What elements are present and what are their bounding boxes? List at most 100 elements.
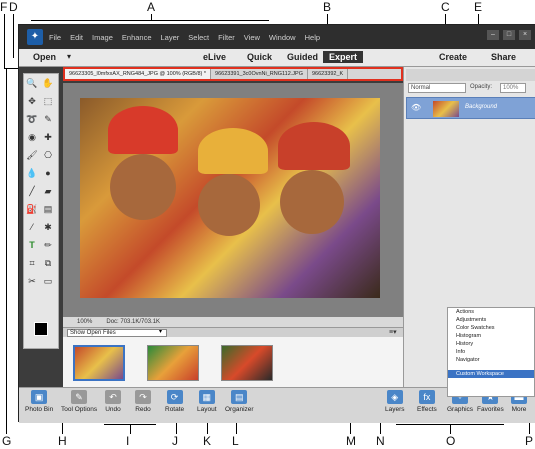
eyedropper-tool-icon[interactable]: ⁄ bbox=[25, 220, 39, 234]
share-button[interactable]: Share bbox=[491, 52, 516, 62]
recompose-tool-icon[interactable]: ⧉ bbox=[41, 256, 55, 270]
redo-button[interactable]: ↷ Redo bbox=[135, 390, 151, 413]
toolbox: 🔍 ✋ ✥ ⬚ ➰ ✎ ◉ ✚ 🖌 ⎔ 💧 ● ╱ ▰ ⛽ ▤ ⁄ ✱ T ✏ ⌗ ⧉ ✂ ▭ bbox=[23, 73, 59, 349]
open-button[interactable]: Open bbox=[33, 52, 56, 62]
hand-tool-icon[interactable]: ✋ bbox=[41, 76, 55, 90]
rotate-label: Rotate bbox=[165, 406, 185, 413]
clone-stamp-tool-icon[interactable]: ⎔ bbox=[41, 148, 55, 162]
show-open-files-select[interactable]: Show Open Files bbox=[67, 329, 167, 337]
menu-item-adjustments[interactable]: Adjustments bbox=[448, 316, 534, 324]
effects-button[interactable]: fx Effects bbox=[417, 390, 437, 413]
paint-bucket-tool-icon[interactable]: ⛽ bbox=[25, 202, 39, 216]
foreground-color-swatch[interactable] bbox=[34, 322, 48, 336]
sponge-tool-icon[interactable]: ● bbox=[41, 166, 55, 180]
close-icon[interactable]: × bbox=[519, 30, 531, 40]
custom-shape-tool-icon[interactable]: ✱ bbox=[41, 220, 55, 234]
open-dropdown-icon[interactable]: ▾ bbox=[67, 52, 71, 61]
crop-tool-icon[interactable]: ⌗ bbox=[25, 256, 39, 270]
menu-layer[interactable]: Layer bbox=[161, 33, 180, 42]
menu-item-custom-workspace[interactable]: Custom Workspace bbox=[448, 370, 534, 378]
eraser-tool-icon[interactable]: ▰ bbox=[41, 184, 55, 198]
red-eye-tool-icon[interactable]: ◉ bbox=[25, 130, 39, 144]
organizer-icon: ▤ bbox=[231, 390, 248, 404]
menu-file[interactable]: File bbox=[49, 33, 61, 42]
blur-tool-icon[interactable]: 💧 bbox=[25, 166, 39, 180]
tool-options-button[interactable]: ✎ Tool Options bbox=[61, 390, 97, 413]
menu-select[interactable]: Select bbox=[188, 33, 209, 42]
menu-enhance[interactable]: Enhance bbox=[122, 33, 152, 42]
face-center bbox=[198, 174, 260, 236]
callout-g: G bbox=[2, 434, 12, 448]
photo-thumbnail[interactable] bbox=[73, 345, 125, 381]
undo-button[interactable]: ↶ Undo bbox=[105, 390, 121, 413]
type-tool-icon[interactable]: T bbox=[25, 238, 39, 252]
document-tab[interactable]: 96623392_K bbox=[308, 69, 349, 79]
move-tool-icon[interactable]: ✥ bbox=[25, 94, 39, 108]
maximize-icon[interactable]: □ bbox=[503, 30, 515, 40]
layout-button[interactable]: ▦ Layout bbox=[197, 390, 217, 413]
opacity-field[interactable]: 100% bbox=[500, 83, 526, 93]
photo-thumbnail[interactable] bbox=[147, 345, 199, 381]
photo-bin-label: Photo Bin bbox=[25, 406, 54, 413]
open-photo[interactable] bbox=[80, 98, 380, 298]
quick-selection-tool-icon[interactable]: ✎ bbox=[41, 112, 55, 126]
document-tab[interactable]: 96623391_3c0OvnNi_RNG112.JPG bbox=[211, 69, 308, 79]
layer-row[interactable]: 👁 Background bbox=[406, 97, 535, 119]
bin-options-icon[interactable]: ≡▾ bbox=[389, 328, 397, 336]
menu-window[interactable]: Window bbox=[269, 33, 296, 42]
spot-healing-tool-icon[interactable]: ✚ bbox=[41, 130, 55, 144]
menu-item-history[interactable]: History bbox=[448, 340, 534, 348]
effects-icon: fx bbox=[418, 390, 435, 404]
undo-icon: ↶ bbox=[105, 390, 121, 404]
redo-label: Redo bbox=[135, 406, 151, 413]
blend-mode-select[interactable]: Normal bbox=[408, 83, 466, 93]
window-controls: – □ × bbox=[487, 30, 531, 40]
layers-button[interactable]: ◈ Layers bbox=[385, 390, 405, 413]
smart-brush-tool-icon[interactable]: 🖌 bbox=[25, 148, 39, 162]
menu-item-navigator[interactable]: Navigator bbox=[448, 356, 534, 364]
mode-guided[interactable]: Guided bbox=[281, 51, 324, 63]
mode-quick[interactable]: Quick bbox=[241, 51, 278, 63]
lasso-tool-icon[interactable]: ➰ bbox=[25, 112, 39, 126]
callout-a-leader bbox=[151, 14, 152, 20]
eye-icon[interactable]: 👁 bbox=[411, 103, 421, 112]
menu-item-actions[interactable]: Actions bbox=[448, 308, 534, 316]
rotate-button[interactable]: ⟳ Rotate bbox=[165, 390, 184, 413]
mode-expert[interactable]: Expert bbox=[323, 51, 364, 63]
rotate-icon: ⟳ bbox=[166, 390, 183, 404]
select-chevron-icon[interactable]: ▾ bbox=[159, 328, 162, 335]
callout-e: E bbox=[474, 0, 483, 14]
callout-c: C bbox=[441, 0, 450, 14]
menu-help[interactable]: Help bbox=[305, 33, 320, 42]
menu-item-color-swatches[interactable]: Color Swatches bbox=[448, 324, 534, 332]
minimize-icon[interactable]: – bbox=[487, 30, 499, 40]
create-button[interactable]: Create bbox=[439, 52, 467, 62]
menu-edit[interactable]: Edit bbox=[70, 33, 83, 42]
favorites-label: Favorites bbox=[477, 406, 504, 413]
menu-image[interactable]: Image bbox=[92, 33, 113, 42]
brush-tool-icon[interactable]: ╱ bbox=[25, 184, 39, 198]
straighten-tool-icon[interactable]: ▭ bbox=[41, 274, 55, 288]
headdress-left bbox=[108, 106, 178, 154]
document-tab[interactable]: 96623305_l0mfxxAX_RNG484_JPG @ 100% (RGB… bbox=[65, 69, 212, 79]
marquee-tool-icon[interactable]: ⬚ bbox=[41, 94, 55, 108]
zoom-tool-icon[interactable]: 🔍 bbox=[25, 76, 39, 90]
callout-m: M bbox=[346, 434, 356, 448]
menu-filter[interactable]: Filter bbox=[218, 33, 235, 42]
organizer-button[interactable]: ▤ Organizer bbox=[225, 390, 254, 413]
menu-item-info[interactable]: Info bbox=[448, 348, 534, 356]
mode-elive[interactable]: eLive bbox=[197, 51, 232, 63]
menu-item-histogram[interactable]: Histogram bbox=[448, 332, 534, 340]
callout-o: O bbox=[446, 434, 456, 448]
redo-icon: ↷ bbox=[135, 390, 151, 404]
menu-view[interactable]: View bbox=[244, 33, 260, 42]
opacity-label: Opacity: bbox=[470, 84, 493, 90]
photo-bin-button[interactable]: ▣ Photo Bin bbox=[25, 390, 53, 413]
layout-label: Layout bbox=[197, 406, 217, 413]
tool-options-icon: ✎ bbox=[71, 390, 88, 404]
undo-label: Undo bbox=[105, 406, 121, 413]
gradient-tool-icon[interactable]: ▤ bbox=[41, 202, 55, 216]
content-aware-move-tool-icon[interactable]: ✂ bbox=[25, 274, 39, 288]
pencil-tool-icon[interactable]: ✏ bbox=[41, 238, 55, 252]
photo-thumbnail[interactable] bbox=[221, 345, 273, 381]
